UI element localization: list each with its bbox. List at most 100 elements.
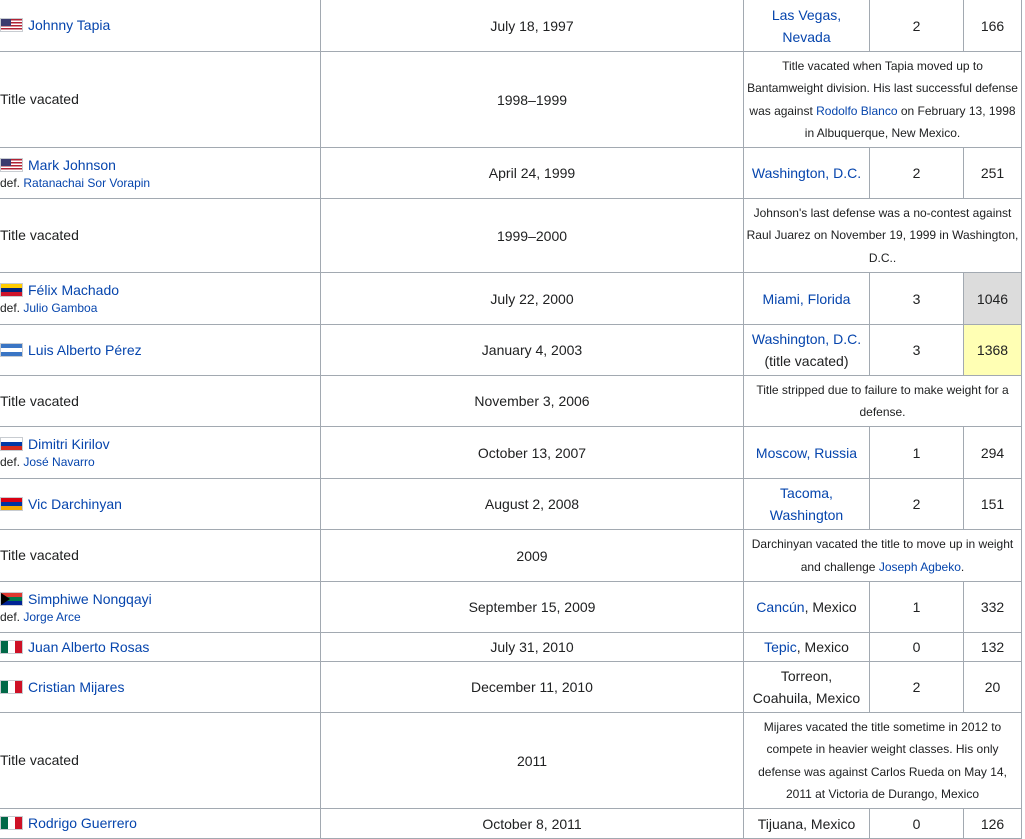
- location-link[interactable]: Tacoma,: [780, 485, 833, 501]
- location-link[interactable]: Washington, D.C.: [752, 165, 861, 181]
- vacated-label: Title vacated: [0, 198, 321, 273]
- table-row: Johnny Tapia July 18, 1997 Las Vegas, Nev…: [0, 0, 1022, 52]
- opponent-link[interactable]: José Navarro: [23, 455, 94, 469]
- defeated-line: def. Jorge Arce: [0, 609, 320, 625]
- location-link[interactable]: Tepic: [764, 639, 797, 655]
- armenia-flag-icon: [0, 496, 23, 511]
- us-flag-icon: [0, 157, 23, 172]
- location-cell: Cancún, Mexico: [743, 581, 870, 633]
- date-cell: October 8, 2011: [320, 808, 744, 839]
- mexico-flag-icon: [0, 816, 23, 830]
- table-row: Luis Alberto Pérez January 4, 2003 Washi…: [0, 324, 1022, 376]
- south-africa-flag-icon: [0, 591, 23, 606]
- defenses-cell: 2: [869, 478, 964, 530]
- def-prefix: def.: [0, 301, 24, 315]
- note-cell: Title vacated when Tapia moved up to Ban…: [743, 51, 1022, 148]
- location-cell: Torreon, Coahuila, Mexico: [743, 661, 870, 713]
- days-cell: 1368: [963, 324, 1022, 376]
- opponent-link[interactable]: Jorge Arce: [23, 610, 80, 624]
- location-link[interactable]: Miami, Florida: [763, 291, 851, 307]
- location-cell: Tijuana, Mexico: [743, 808, 870, 839]
- def-prefix: def.: [0, 455, 24, 469]
- defenses-cell: 1: [869, 426, 964, 479]
- table-row: Juan Alberto Rosas July 31, 2010 Tepic, …: [0, 632, 1022, 662]
- champions-table: Johnny Tapia July 18, 1997 Las Vegas, Nev…: [0, 0, 1022, 839]
- opponent-link[interactable]: Ratanachai Sor Vorapin: [23, 176, 150, 190]
- champion-name-link[interactable]: Dimitri Kirilov: [28, 436, 110, 452]
- champion-name-link[interactable]: Vic Darchinyan: [28, 496, 122, 512]
- date-cell: August 2, 2008: [320, 478, 744, 530]
- location-text: Coahuila, Mexico: [752, 690, 861, 706]
- champion-name-link[interactable]: Cristian Mijares: [28, 679, 124, 695]
- russia-flag-icon: [0, 437, 23, 451]
- mexico-flag-icon: [0, 679, 23, 694]
- champion-name-link[interactable]: Mark Johnson: [28, 157, 116, 173]
- location-cell: Tepic, Mexico: [743, 632, 870, 662]
- note-cell: Johnson's last defense was a no-contest …: [743, 198, 1022, 273]
- table-row: Title vacated November 3, 2006 Title str…: [0, 375, 1022, 427]
- note-text: .: [960, 559, 965, 574]
- period-cell: 1998–1999: [320, 51, 744, 148]
- note-cell: Mijares vacated the title sometime in 20…: [743, 712, 1022, 809]
- defenses-cell: 2: [869, 147, 964, 199]
- location-text: Tijuana, Mexico: [757, 815, 856, 832]
- location-link[interactable]: Washington, D.C.: [752, 331, 861, 347]
- note-cell: Darchinyan vacated the title to move up …: [743, 529, 1022, 582]
- defenses-cell: 0: [869, 808, 964, 839]
- location-cell: Miami, Florida: [743, 272, 870, 325]
- champion-cell: Simphiwe Nongqayi def. Jorge Arce: [0, 581, 321, 633]
- location-link[interactable]: Nevada: [782, 29, 830, 45]
- days-cell: 332: [963, 581, 1022, 633]
- location-cell: Las Vegas, Nevada: [743, 0, 870, 52]
- champion-cell: Félix Machado def. Julio Gamboa: [0, 272, 321, 325]
- location-cell: Washington, D.C.: [743, 147, 870, 199]
- table-row: Vic Darchinyan August 2, 2008 Tacoma, Was…: [0, 478, 1022, 530]
- period-cell: 2009: [320, 529, 744, 582]
- location-text: Torreon,: [780, 668, 833, 684]
- table-row: Rodrigo Guerrero October 8, 2011 Tijuana…: [0, 808, 1022, 839]
- champion-cell: Luis Alberto Pérez: [0, 324, 321, 376]
- defeated-line: def. José Navarro: [0, 454, 320, 470]
- location-link[interactable]: Moscow, Russia: [756, 445, 857, 461]
- table-row: Simphiwe Nongqayi def. Jorge Arce Septem…: [0, 581, 1022, 633]
- champion-name-link[interactable]: Johnny Tapia: [28, 17, 110, 33]
- location-link[interactable]: Las Vegas,: [772, 7, 841, 23]
- period-cell: 1999–2000: [320, 198, 744, 273]
- days-cell: 126: [963, 808, 1022, 839]
- note-text: Mijares vacated the title sometime in 20…: [758, 719, 1007, 802]
- note-link[interactable]: Rodolfo Blanco: [816, 104, 897, 118]
- date-cell: July 18, 1997: [320, 0, 744, 52]
- location-link[interactable]: Cancún: [756, 599, 804, 615]
- location-text: , Mexico: [804, 599, 857, 615]
- note-cell: Title stripped due to failure to make we…: [743, 375, 1022, 427]
- location-link[interactable]: Washington: [770, 507, 843, 523]
- vacated-label: Title vacated: [0, 712, 321, 809]
- defenses-cell: 2: [869, 661, 964, 713]
- date-cell: October 13, 2007: [320, 426, 744, 479]
- location-note: (title vacated): [764, 353, 849, 369]
- defenses-cell: 0: [869, 632, 964, 662]
- defenses-cell: 3: [869, 324, 964, 376]
- location-cell: Washington, D.C. (title vacated): [743, 324, 870, 376]
- table-row: Félix Machado def. Julio Gamboa July 22,…: [0, 272, 1022, 325]
- champion-cell: Dimitri Kirilov def. José Navarro: [0, 426, 321, 479]
- champion-name-link[interactable]: Félix Machado: [28, 282, 119, 298]
- def-prefix: def.: [0, 609, 24, 624]
- period-cell: 2011: [320, 712, 744, 809]
- table-row: Dimitri Kirilov def. José Navarro Octobe…: [0, 426, 1022, 479]
- days-cell: 251: [963, 147, 1022, 199]
- vacated-label: Title vacated: [0, 51, 321, 148]
- champion-name-link[interactable]: Juan Alberto Rosas: [28, 639, 149, 655]
- champion-cell: Cristian Mijares: [0, 661, 321, 713]
- note-link[interactable]: Joseph Agbeko: [879, 560, 961, 574]
- opponent-link[interactable]: Julio Gamboa: [23, 301, 97, 315]
- champion-name-link[interactable]: Simphiwe Nongqayi: [28, 591, 152, 607]
- champion-name-link[interactable]: Rodrigo Guerrero: [28, 815, 137, 831]
- date-cell: July 31, 2010: [320, 632, 744, 662]
- date-cell: April 24, 1999: [320, 147, 744, 199]
- location-cell: Moscow, Russia: [743, 426, 870, 479]
- location-cell: Tacoma, Washington: [743, 478, 870, 530]
- champion-name-link[interactable]: Luis Alberto Pérez: [28, 342, 142, 358]
- us-flag-icon: [0, 18, 23, 32]
- days-cell: 1046: [963, 272, 1022, 325]
